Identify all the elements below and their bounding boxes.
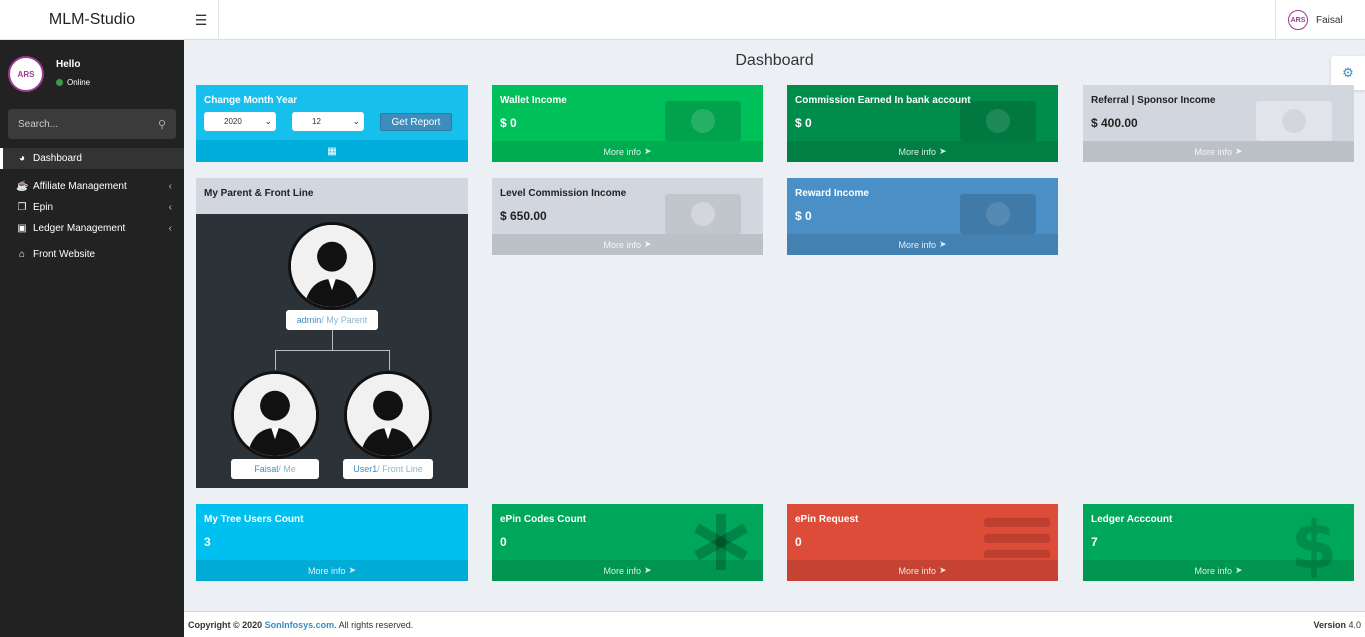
tree-panel: My Parent & Front Line admin / My Parent… xyxy=(196,178,468,488)
avatar: ARS xyxy=(1288,10,1308,30)
more-info-link[interactable]: More info ➤ xyxy=(492,560,763,581)
dashboard-icon: ◕ xyxy=(18,153,26,164)
money-bill-icon xyxy=(960,194,1036,234)
sidebar: ARS Hello Online Search... ⚲ ◕ Dashboard… xyxy=(0,40,184,637)
username: Faisal xyxy=(1316,14,1343,26)
tree-users-count-card: My Tree Users Count 3 More info ➤ xyxy=(196,504,468,581)
more-info-link[interactable]: More info ➤ xyxy=(787,234,1058,255)
user-menu[interactable]: ARS Faisal xyxy=(1275,0,1365,40)
money-bill-icon xyxy=(665,194,741,234)
parent-avatar[interactable] xyxy=(288,222,376,310)
sidebar-item-dashboard[interactable]: ◕ Dashboard xyxy=(0,148,184,169)
bars-icon xyxy=(984,518,1050,558)
connector-line xyxy=(275,350,276,370)
month-select[interactable]: 12 ⌄ xyxy=(292,112,364,131)
user-silhouette-icon xyxy=(234,374,316,456)
user-silhouette-icon xyxy=(347,374,429,456)
me-avatar[interactable] xyxy=(231,371,319,459)
copy-icon: ❐ xyxy=(17,202,27,213)
chevron-left-icon: ‹ xyxy=(168,181,172,192)
more-info-link[interactable]: More info ➤ xyxy=(196,560,468,581)
connector-line xyxy=(275,350,389,351)
chevron-left-icon: ‹ xyxy=(168,202,172,213)
search-input[interactable]: Search... ⚲ xyxy=(8,109,176,139)
top-navbar: ☰ ARS Faisal xyxy=(184,0,1365,40)
tree-title: My Parent & Front Line xyxy=(196,178,468,214)
chevron-left-icon: ‹ xyxy=(168,223,172,234)
user-panel: ARS Hello Online xyxy=(8,56,178,96)
arrow-circle-right-icon: ➤ xyxy=(643,146,652,156)
money-bill-icon xyxy=(665,101,741,141)
hamburger-icon: ☰ xyxy=(194,11,208,28)
arrow-circle-right-icon: ➤ xyxy=(938,239,947,249)
search-placeholder: Search... xyxy=(18,118,59,130)
chevron-down-icon: ⌄ xyxy=(352,116,360,126)
sidebar-item-front-website[interactable]: ⌂ Front Website xyxy=(0,244,184,265)
gear-icon: ⚙ xyxy=(1342,65,1354,80)
brand-name: MLM-Studio xyxy=(48,10,136,28)
arrow-circle-right-icon: ➤ xyxy=(1234,146,1243,156)
sidebar-item-epin[interactable]: ❐ Epin ‹ xyxy=(0,197,184,218)
status-badge: Online xyxy=(56,78,90,87)
greeting: Hello xyxy=(56,59,81,70)
epin-codes-count-card: ePin Codes Count 0 More info ➤ xyxy=(492,504,763,581)
arrow-circle-right-icon: ➤ xyxy=(643,565,652,575)
more-info-link[interactable]: More info ➤ xyxy=(787,560,1058,581)
avatar: ARS xyxy=(8,56,44,92)
calendar-icon: ▦ xyxy=(327,145,337,157)
sidebar-toggle-button[interactable]: ☰ xyxy=(184,0,219,40)
brand-logo[interactable]: MLM-Studio xyxy=(0,0,184,40)
money-bill-icon xyxy=(1256,101,1332,141)
month-year-label: Change Month Year xyxy=(204,95,298,106)
level-commission-card: Level Commission Income $ 650.00 More in… xyxy=(492,178,763,255)
wallet-income-card: Wallet Income $ 0 More info ➤ xyxy=(492,85,763,162)
connector-line xyxy=(332,330,333,350)
parent-label[interactable]: admin / My Parent xyxy=(286,310,378,330)
search-icon[interactable]: ⚲ xyxy=(158,118,166,131)
arrow-circle-right-icon: ➤ xyxy=(938,146,947,156)
chevron-down-icon: ⌄ xyxy=(264,116,272,126)
more-info-link[interactable]: More info ➤ xyxy=(492,141,763,162)
more-info-link[interactable]: More info ➤ xyxy=(1083,141,1354,162)
arrow-circle-right-icon: ➤ xyxy=(1234,565,1243,575)
front-line-avatar[interactable] xyxy=(344,371,432,459)
page-title: Dashboard xyxy=(735,52,814,69)
user-silhouette-icon xyxy=(291,225,373,307)
more-info-link[interactable]: More info ➤ xyxy=(1083,560,1354,581)
coffee-icon: ☕ xyxy=(16,181,29,192)
ledger-account-card: $ Ledger Acccount 7 More info ➤ xyxy=(1083,504,1354,581)
reward-income-card: Reward Income $ 0 More info ➤ xyxy=(787,178,1058,255)
copyright: Copyright © 2020 SonInfosys.com. All rig… xyxy=(188,619,414,630)
version: Version 4.0 xyxy=(1313,619,1361,630)
month-year-box: Change Month Year 2020 ⌄ 12 ⌄ Get Report ▦ xyxy=(196,85,468,162)
arrow-circle-right-icon: ➤ xyxy=(348,565,357,575)
referral-income-card: Referral | Sponsor Income $ 400.00 More … xyxy=(1083,85,1354,162)
year-select[interactable]: 2020 ⌄ xyxy=(204,112,276,131)
me-label[interactable]: Faisal / Me xyxy=(231,459,319,479)
more-info-link[interactable]: More info ➤ xyxy=(787,141,1058,162)
sidebar-item-ledger[interactable]: ▣ Ledger Management ‹ xyxy=(0,218,184,239)
get-report-button[interactable]: Get Report xyxy=(380,113,452,131)
page-footer: Copyright © 2020 SonInfosys.com. All rig… xyxy=(184,611,1365,637)
front-line-label[interactable]: User1 / Front Line xyxy=(343,459,433,479)
epin-request-card: ePin Request 0 More info ➤ xyxy=(787,504,1058,581)
commission-card: Commission Earned In bank account $ 0 Mo… xyxy=(787,85,1058,162)
company-link[interactable]: SonInfosys.com xyxy=(265,620,335,630)
month-box-footer: ▦ xyxy=(196,140,468,162)
home-icon: ⌂ xyxy=(18,249,26,260)
arrow-circle-right-icon: ➤ xyxy=(643,239,652,249)
sidebar-item-affiliate[interactable]: ☕ Affiliate Management ‹ xyxy=(0,176,184,197)
arrow-circle-right-icon: ➤ xyxy=(938,565,947,575)
money-icon: ▣ xyxy=(17,223,27,234)
connector-line xyxy=(389,350,390,370)
more-info-link[interactable]: More info ➤ xyxy=(492,234,763,255)
online-dot-icon xyxy=(56,79,63,86)
